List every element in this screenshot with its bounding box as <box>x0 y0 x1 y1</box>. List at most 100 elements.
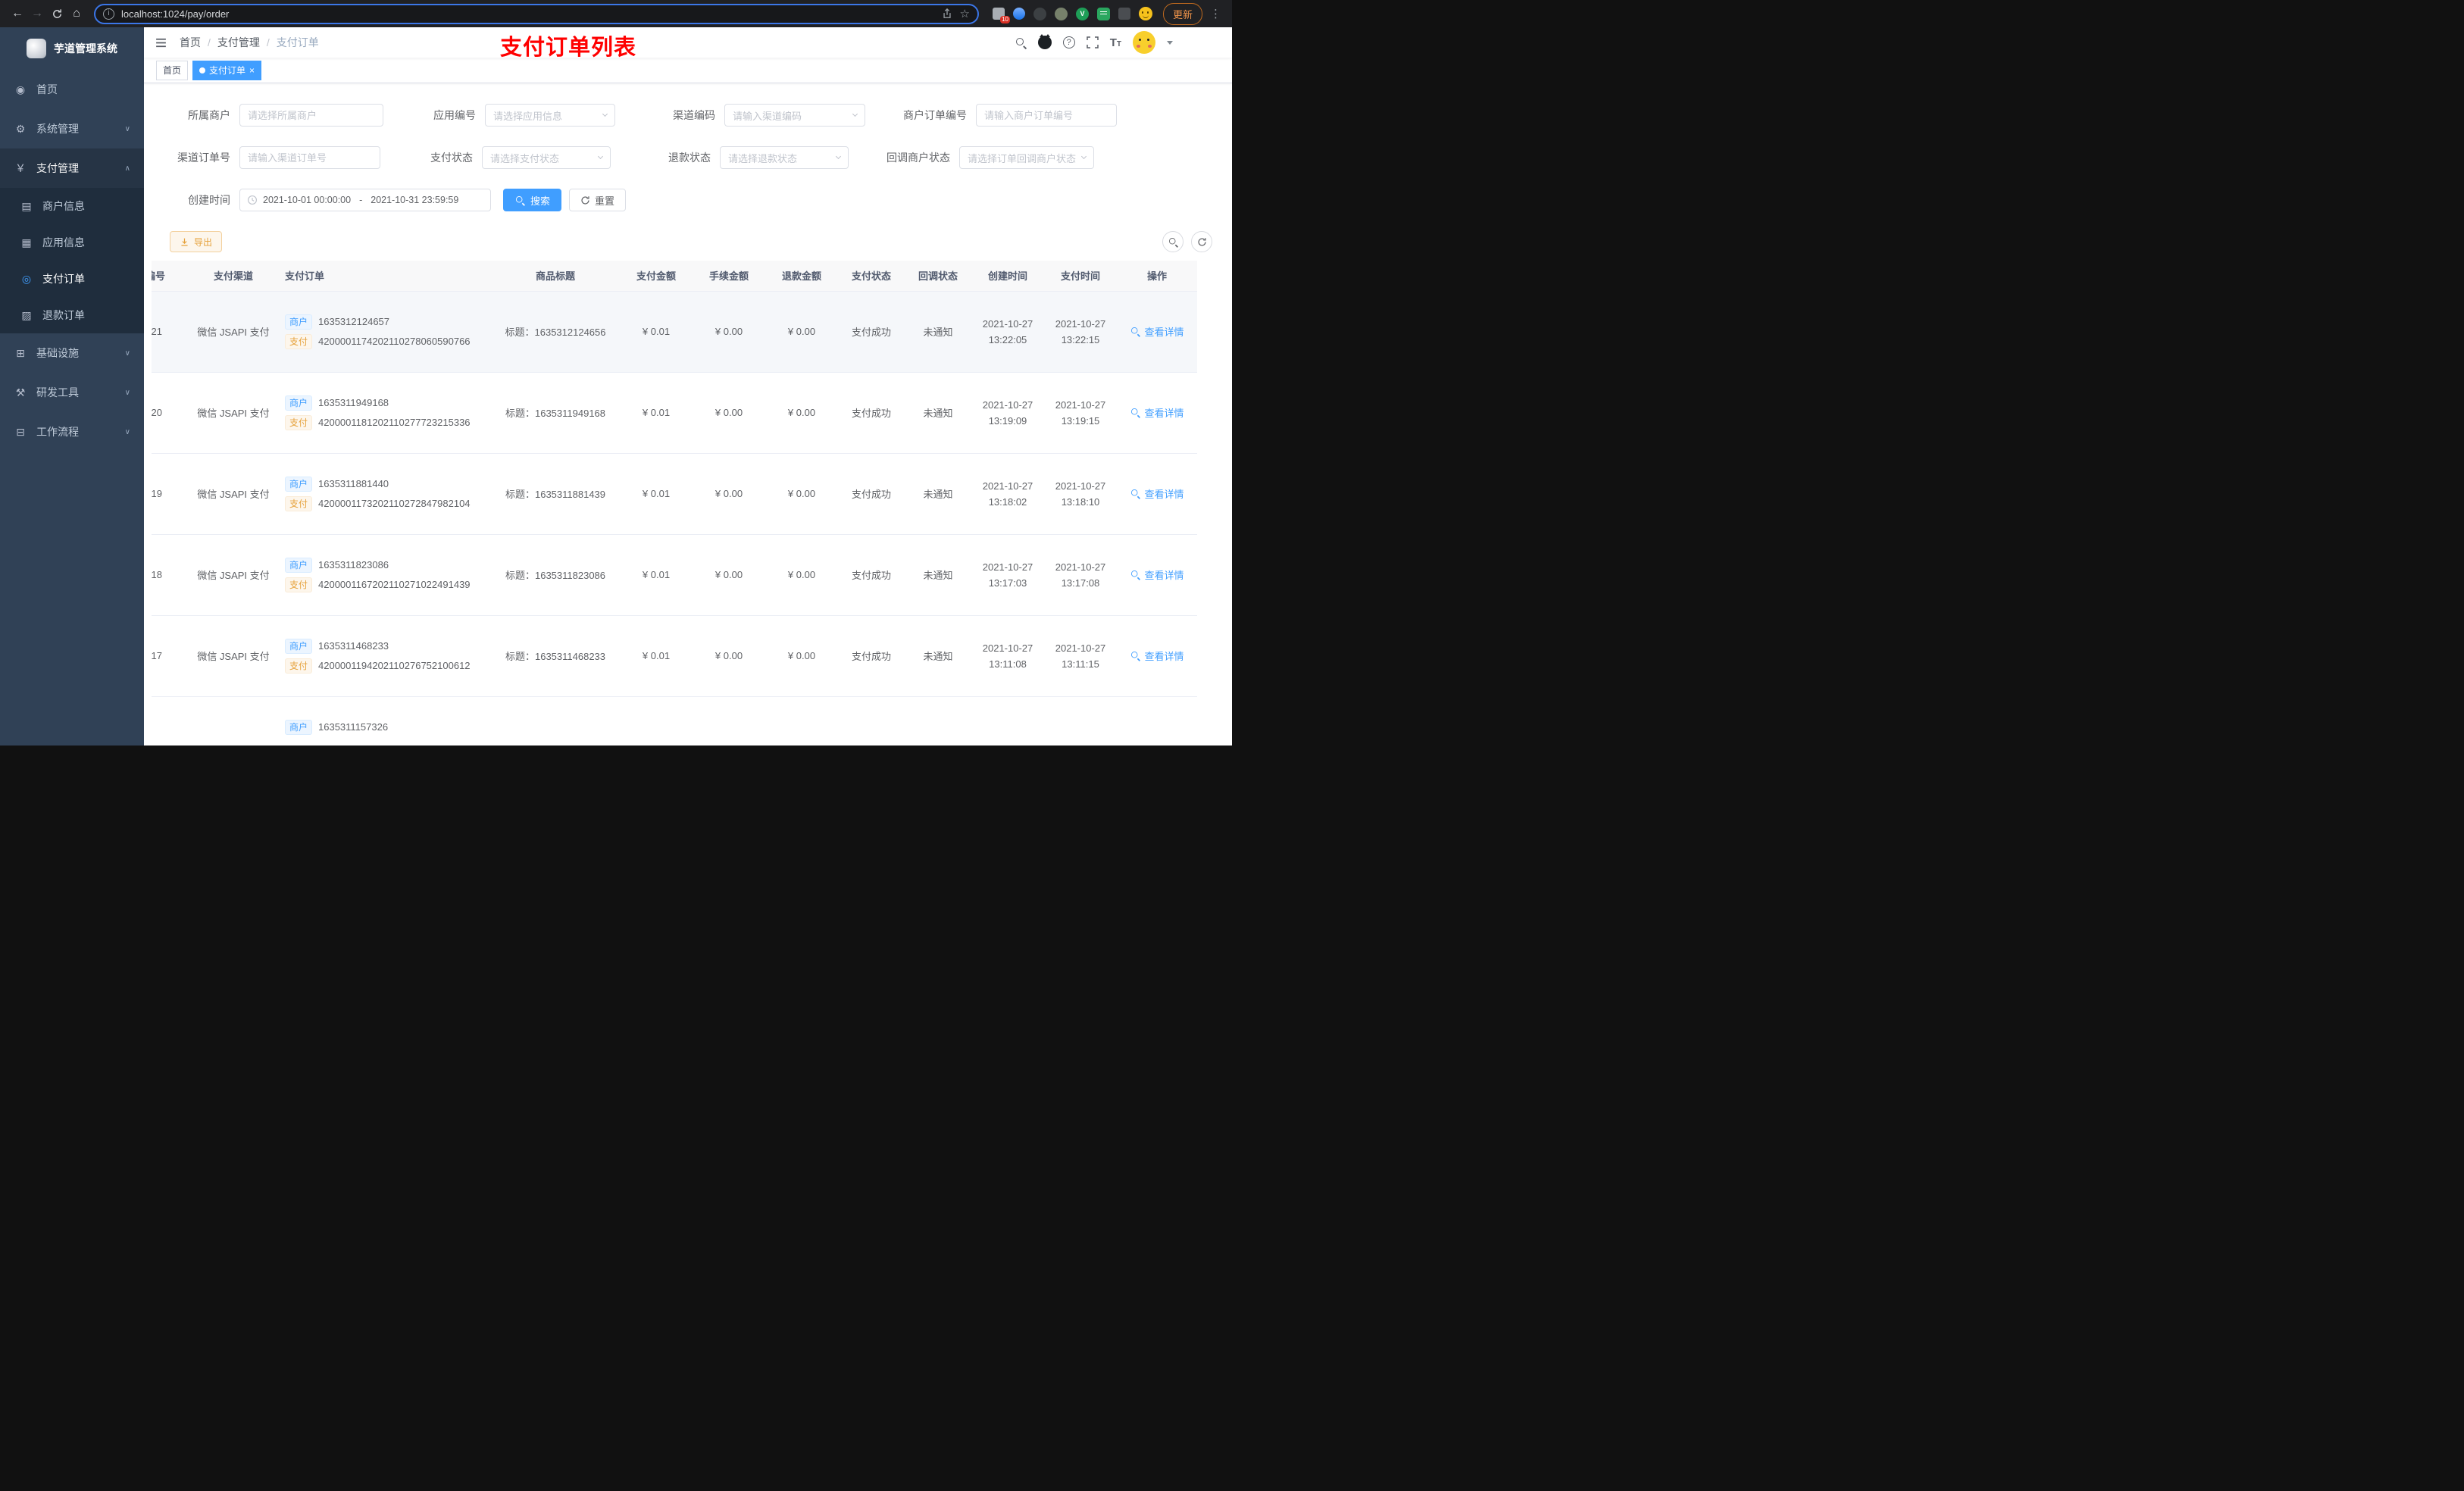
pay-channel: 微信 JSAPI 支付 <box>188 453 279 535</box>
card-icon: ▤ <box>21 199 32 212</box>
sidebar-item-app-info[interactable]: ▦ 应用信息 <box>0 224 144 261</box>
order-id: 118 <box>152 534 188 616</box>
view-detail-link[interactable]: 查看详情 <box>1130 405 1184 420</box>
fullscreen-icon[interactable] <box>1086 36 1099 48</box>
drop-extension-icon[interactable] <box>1012 8 1025 20</box>
close-icon[interactable]: × <box>249 66 255 75</box>
col-refund: 退款金额 <box>765 261 838 292</box>
orders-table: 编号 支付渠道 支付订单 商品标题 支付金额 手续金额 退款金额 支付状态 回调… <box>152 261 1217 746</box>
sidebar-item-pay-order[interactable]: ◎ 支付订单 <box>0 261 144 297</box>
actions-cell: 查看详情 <box>1117 291 1197 373</box>
grid-icon: ▦ <box>21 236 32 248</box>
merchant-tag: 商户 <box>285 476 313 492</box>
channel-code-select[interactable]: 请输入渠道编码 <box>724 104 865 127</box>
share-icon[interactable] <box>942 8 952 19</box>
view-detail-link[interactable]: 查看详情 <box>1130 324 1184 339</box>
toggle-search-button[interactable] <box>1162 231 1184 252</box>
sidebar-item-payment[interactable]: ￥ 支付管理 ∧ <box>0 148 144 188</box>
user-avatar[interactable] <box>1133 31 1155 54</box>
refund-status-select[interactable]: 请选择退款状态 <box>720 146 849 169</box>
yen-icon: ￥ <box>15 162 26 174</box>
channel-pay-no: 4200001173202110272847982104 <box>318 498 471 509</box>
help-icon[interactable]: ? <box>1062 36 1075 48</box>
profile-avatar-icon[interactable] <box>1138 7 1152 20</box>
sidebar-item-infrastructure[interactable]: ⊞ 基础设施 ∨ <box>0 333 144 373</box>
avatar-dropdown-icon[interactable] <box>1167 40 1173 45</box>
product-title: 标题：1635311823086 <box>491 534 620 616</box>
pay-status-select[interactable]: 请选择支付状态 <box>482 146 611 169</box>
filter-notify-status: 回调商户状态 请选择订单回调商户状态 <box>867 146 1094 169</box>
bookmark-star-icon[interactable]: ☆ <box>960 7 970 20</box>
pay-order-cell: 商户 1635311881440 支付 42000011732021102728… <box>279 453 491 535</box>
channel-pay-no: 4200001194202110276752100612 <box>318 660 471 671</box>
merchant-tag: 商户 <box>285 395 313 411</box>
merchant-tag: 商户 <box>285 719 313 735</box>
back-button[interactable]: ← <box>8 4 27 23</box>
date-range-picker[interactable]: 2021-10-01 00:00:00 - 2021-10-31 23:59:5… <box>239 189 491 211</box>
browser-window: ← → ⌂ i localhost:1024/pay/order ☆ 10 V … <box>0 0 1232 746</box>
refresh-table-button[interactable] <box>1191 231 1212 252</box>
reset-button[interactable]: 重置 <box>569 189 627 211</box>
merchant-input[interactable] <box>239 104 383 127</box>
col-status: 支付状态 <box>838 261 905 292</box>
pay-order-cell: 商户 1635311468233 支付 42000011942021102767… <box>279 615 491 697</box>
breadcrumb-payment[interactable]: 支付管理 <box>217 35 260 50</box>
address-bar[interactable]: i localhost:1024/pay/order ☆ <box>94 3 979 24</box>
refund-amount: ¥ 0.00 <box>765 453 838 535</box>
export-button[interactable]: 导出 <box>170 231 223 252</box>
pinned-extension-icon[interactable]: 10 <box>992 8 1010 23</box>
olive-extension-icon[interactable] <box>1054 7 1068 20</box>
channel-order-no-input[interactable] <box>239 146 380 169</box>
browser-toolbar: ← → ⌂ i localhost:1024/pay/order ☆ 10 V … <box>0 0 1232 27</box>
filter-merchant: 所属商户 <box>152 104 383 127</box>
sidebar-item-system[interactable]: ⚙ 系统管理 ∨ <box>0 109 144 148</box>
sidebar-item-home[interactable]: ◉ 首页 <box>0 70 144 109</box>
merchant-order-no-input[interactable] <box>976 104 1117 127</box>
font-size-icon[interactable]: TT <box>1110 36 1121 49</box>
pay-tag: 支付 <box>285 577 313 592</box>
refresh-icon <box>1197 237 1206 246</box>
view-detail-link[interactable]: 查看详情 <box>1130 649 1184 663</box>
search-button[interactable]: 搜索 <box>503 189 562 211</box>
notify-status-select[interactable]: 请选择订单回调商户状态 <box>959 146 1094 169</box>
refund-amount <box>765 696 838 746</box>
breadcrumb-home[interactable]: 首页 <box>180 35 201 50</box>
forward-button[interactable]: → <box>27 4 47 23</box>
notify-status <box>905 696 971 746</box>
col-pay-time: 支付时间 <box>1044 261 1117 292</box>
github-icon[interactable] <box>1037 34 1052 49</box>
chat-extension-icon[interactable] <box>1096 7 1110 20</box>
home-button[interactable]: ⌂ <box>67 4 86 23</box>
col-id: 编号 <box>152 261 188 292</box>
view-detail-link[interactable]: 查看详情 <box>1130 567 1184 582</box>
sidebar-toggle-icon[interactable] <box>155 36 167 49</box>
filter-refund-status: 退款状态 请选择退款状态 <box>629 146 849 169</box>
tab-home[interactable]: 首页 <box>156 60 189 80</box>
view-detail-link[interactable]: 查看详情 <box>1130 486 1184 501</box>
sidebar-item-refund-order[interactable]: ▨ 退款订单 <box>0 297 144 333</box>
site-info-icon[interactable]: i <box>103 8 114 20</box>
pay-channel: 微信 JSAPI 支付 <box>188 615 279 697</box>
green-v-extension-icon[interactable]: V <box>1075 7 1089 20</box>
chrome-update-button[interactable]: 更新 <box>1162 2 1202 25</box>
clock-icon <box>248 195 257 205</box>
sidebar-item-merchant-info[interactable]: ▤ 商户信息 <box>0 188 144 224</box>
refund-amount: ¥ 0.00 <box>765 615 838 697</box>
sidebar-item-workflow[interactable]: ⊟ 工作流程 ∨ <box>0 412 144 452</box>
sidebar-item-dev-tools[interactable]: ⚒ 研发工具 ∨ <box>0 373 144 412</box>
refund-amount: ¥ 0.00 <box>765 534 838 616</box>
create-time-cell: 2021-10-27 13:17:03 <box>971 534 1044 616</box>
browser-menu-icon[interactable]: ⋮ <box>1207 7 1224 20</box>
filter-label: 创建时间 <box>188 194 230 206</box>
search-icon[interactable] <box>1015 37 1027 48</box>
refund-amount: ¥ 0.00 <box>765 372 838 454</box>
app-select[interactable]: 请选择应用信息 <box>485 104 615 127</box>
puzzle-extension-icon[interactable] <box>1118 8 1130 20</box>
payment-submenu: ▤ 商户信息 ▦ 应用信息 ◎ 支付订单 ▨ 退款订单 <box>0 188 144 333</box>
dark-extension-icon[interactable] <box>1033 7 1046 20</box>
channel-pay-no: 4200001181202110277723215336 <box>318 417 471 428</box>
url-text[interactable]: localhost:1024/pay/order <box>121 8 942 20</box>
tab-pay-order[interactable]: 支付订单 × <box>192 60 262 80</box>
reload-button[interactable] <box>47 4 67 23</box>
magnifier-icon <box>1131 651 1141 661</box>
